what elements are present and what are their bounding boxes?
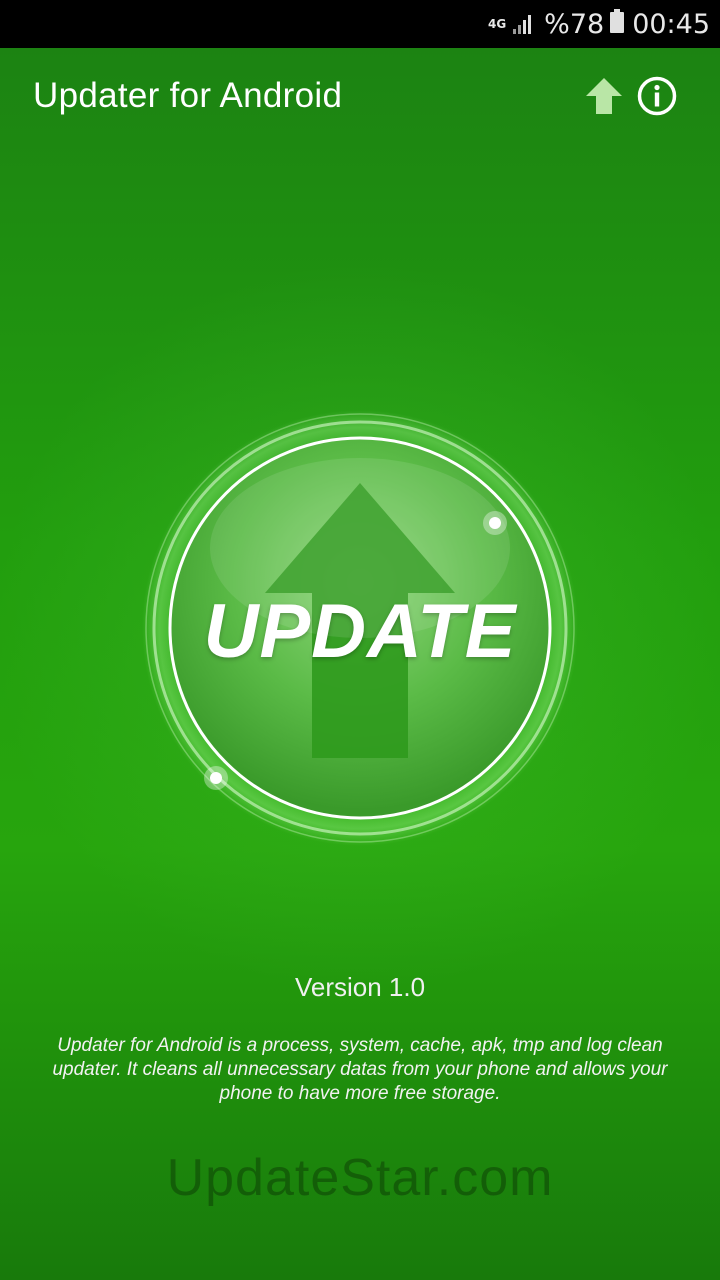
network-type: 4G: [487, 16, 507, 31]
clock: 00:45: [632, 8, 710, 40]
battery-percent: %78: [544, 8, 605, 40]
upload-arrow-icon[interactable]: [582, 74, 626, 118]
watermark: UpdateStar.com: [166, 1149, 554, 1207]
app-description: Updater for Android is a process, system…: [52, 1035, 668, 1104]
main-screen: Updater for Android UPDATE Version 1.0 U…: [0, 48, 720, 1280]
battery-icon: [610, 8, 625, 40]
version-label: Version 1.0: [294, 972, 426, 1002]
update-button[interactable]: [140, 408, 580, 848]
app-title: Updater for Android: [33, 76, 343, 115]
signal-icon: [512, 13, 534, 35]
info-icon[interactable]: [636, 75, 678, 117]
status-bar: 4G %78 00:45: [0, 0, 720, 48]
